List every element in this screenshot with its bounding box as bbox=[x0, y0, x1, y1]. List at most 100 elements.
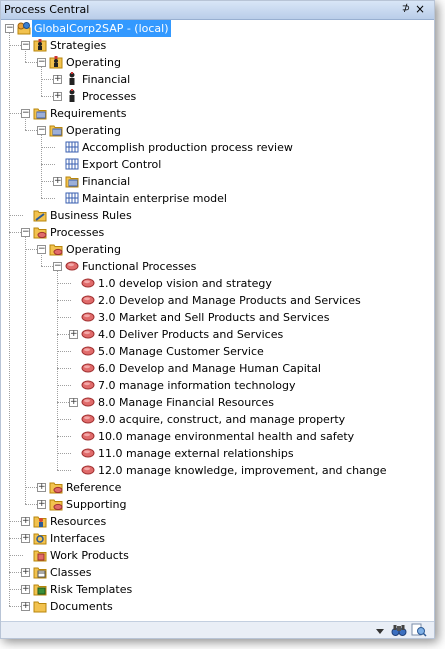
pin-icon[interactable]: ⊅ bbox=[400, 2, 412, 16]
process-icon bbox=[81, 276, 95, 290]
tree-node-label: Work Products bbox=[50, 549, 129, 562]
expand-icon[interactable]: + bbox=[53, 75, 62, 84]
expand-icon[interactable]: + bbox=[21, 517, 30, 526]
process-icon bbox=[81, 361, 95, 375]
find-next-icon[interactable] bbox=[411, 623, 427, 637]
tree-node[interactable]: + Resources bbox=[1, 513, 431, 530]
expand-icon[interactable]: + bbox=[21, 602, 30, 611]
collapse-icon[interactable]: − bbox=[53, 262, 62, 271]
collapse-icon[interactable]: − bbox=[37, 58, 46, 67]
tree-node[interactable]: 12.0 manage knowledge, improvement, and … bbox=[1, 462, 431, 479]
process-folder-icon bbox=[49, 497, 63, 511]
process-tree[interactable]: − GlobalCorp2SAP - (local) − Strategies − Ope… bbox=[1, 20, 434, 618]
interfaces-folder-icon bbox=[33, 531, 47, 545]
tree-node-label: Interfaces bbox=[50, 532, 105, 545]
tree-node-label: Risk Templates bbox=[50, 583, 133, 596]
expand-icon[interactable]: + bbox=[69, 330, 78, 339]
tree-node-label: 2.0 Develop and Manage Products and Serv… bbox=[98, 294, 361, 307]
tree-node[interactable]: + Financial bbox=[1, 71, 431, 88]
tree-node-label: 9.0 acquire, construct, and manage prope… bbox=[98, 413, 346, 426]
tree-node[interactable]: +8.0 Manage Financial Resources bbox=[1, 394, 431, 411]
tree-node[interactable]: 11.0 manage external relationships bbox=[1, 445, 431, 462]
tree-node[interactable]: Export Control bbox=[1, 156, 431, 173]
process-icon bbox=[81, 412, 95, 426]
tree-node-label: Requirements bbox=[50, 107, 127, 120]
tree-node[interactable]: − Strategies bbox=[1, 37, 431, 54]
documents-folder-icon bbox=[33, 599, 47, 613]
strategy-icon bbox=[33, 38, 47, 52]
collapse-icon[interactable]: − bbox=[21, 41, 30, 50]
tree-node-label: Resources bbox=[50, 515, 107, 528]
tree-node-label: Accomplish production process review bbox=[82, 141, 293, 154]
requirements-folder-icon bbox=[65, 174, 79, 188]
tree-node[interactable]: − GlobalCorp2SAP - (local) bbox=[1, 20, 431, 37]
tree-node-label: Documents bbox=[50, 600, 113, 613]
expand-icon[interactable]: + bbox=[37, 483, 46, 492]
tree-node[interactable]: − Processes bbox=[1, 224, 431, 241]
tree-node[interactable]: + Processes bbox=[1, 88, 431, 105]
requirements-folder-icon bbox=[49, 123, 63, 137]
expand-icon[interactable]: + bbox=[21, 534, 30, 543]
process-icon bbox=[81, 344, 95, 358]
business-rules-folder-icon bbox=[33, 208, 47, 222]
dropdown-arrow-icon[interactable] bbox=[375, 625, 385, 637]
process-icon bbox=[81, 378, 95, 392]
strategy-figure-icon bbox=[65, 72, 79, 86]
tree-node[interactable]: + Classes bbox=[1, 564, 431, 581]
process-folder-icon bbox=[33, 225, 47, 239]
tree-node[interactable]: 9.0 acquire, construct, and manage prope… bbox=[1, 411, 431, 428]
tree-node[interactable]: + Documents bbox=[1, 598, 431, 615]
tree-node[interactable]: +4.0 Deliver Products and Services bbox=[1, 326, 431, 343]
tree-node-label: Strategies bbox=[50, 39, 107, 52]
tree-node[interactable]: Business Rules bbox=[1, 207, 431, 224]
expand-icon[interactable]: + bbox=[53, 92, 62, 101]
tree-node[interactable]: 5.0 Manage Customer Service bbox=[1, 343, 431, 360]
expand-icon[interactable]: + bbox=[21, 585, 30, 594]
tree-node-label: 5.0 Manage Customer Service bbox=[98, 345, 264, 358]
tree-node[interactable]: + Reference bbox=[1, 479, 431, 496]
find-toolbar bbox=[1, 621, 434, 638]
tree-node[interactable]: − Operating bbox=[1, 241, 431, 258]
repository-icon bbox=[17, 21, 31, 35]
requirements-folder-icon bbox=[33, 106, 47, 120]
work-products-folder-icon bbox=[33, 548, 47, 562]
collapse-icon[interactable]: − bbox=[21, 109, 30, 118]
tree-node[interactable]: Maintain enterprise model bbox=[1, 190, 431, 207]
tree-node[interactable]: 6.0 Develop and Manage Human Capital bbox=[1, 360, 431, 377]
tree-node[interactable]: + Risk Templates bbox=[1, 581, 431, 598]
tree-node[interactable]: − Operating bbox=[1, 54, 431, 71]
tree-node[interactable]: 10.0 manage environmental health and saf… bbox=[1, 428, 431, 445]
collapse-icon[interactable]: − bbox=[21, 228, 30, 237]
process-icon bbox=[81, 463, 95, 477]
tree-node[interactable]: 2.0 Develop and Manage Products and Serv… bbox=[1, 292, 431, 309]
tree-node[interactable]: + Financial bbox=[1, 173, 431, 190]
tree-node-label: Financial bbox=[82, 73, 131, 86]
tree-node[interactable]: − Functional Processes bbox=[1, 258, 431, 275]
expand-icon[interactable]: + bbox=[37, 500, 46, 509]
binoculars-icon[interactable] bbox=[391, 623, 407, 637]
tree-node[interactable]: + Interfaces bbox=[1, 530, 431, 547]
tree-node[interactable]: − Operating bbox=[1, 122, 431, 139]
requirement-icon bbox=[65, 191, 79, 205]
tree-node[interactable]: 1.0 develop vision and strategy bbox=[1, 275, 431, 292]
expand-icon[interactable]: + bbox=[53, 177, 62, 186]
tree-node[interactable]: Accomplish production process review bbox=[1, 139, 431, 156]
tree-node[interactable]: 7.0 manage information technology bbox=[1, 377, 431, 394]
tree-node[interactable]: − Requirements bbox=[1, 105, 431, 122]
panel-title: Process Central bbox=[4, 3, 90, 16]
tree-node-label: Business Rules bbox=[50, 209, 132, 222]
tree-node[interactable]: 3.0 Market and Sell Products and Service… bbox=[1, 309, 431, 326]
close-icon[interactable]: × bbox=[413, 2, 427, 16]
process-folder-icon bbox=[49, 242, 63, 256]
collapse-icon[interactable]: − bbox=[5, 24, 14, 33]
classes-folder-icon bbox=[33, 565, 47, 579]
expand-icon[interactable]: + bbox=[21, 568, 30, 577]
collapse-icon[interactable]: − bbox=[37, 126, 46, 135]
collapse-icon[interactable]: − bbox=[37, 245, 46, 254]
tree-node[interactable]: + Supporting bbox=[1, 496, 431, 513]
tree-node-label: Processes bbox=[50, 226, 105, 239]
tree-node-label: 1.0 develop vision and strategy bbox=[98, 277, 272, 290]
tree-node-label: GlobalCorp2SAP - (local) bbox=[32, 20, 171, 37]
tree-node[interactable]: Work Products bbox=[1, 547, 431, 564]
expand-icon[interactable]: + bbox=[69, 398, 78, 407]
